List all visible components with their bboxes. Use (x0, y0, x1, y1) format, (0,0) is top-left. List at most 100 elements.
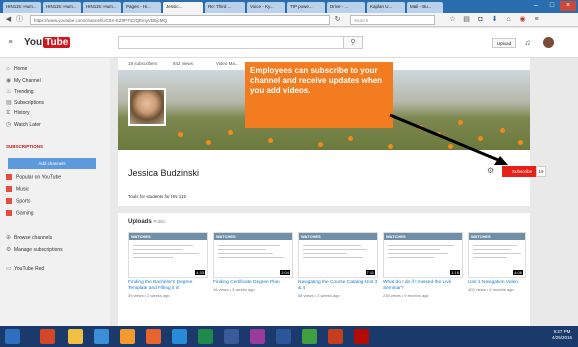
word-icon[interactable] (276, 329, 291, 344)
video-manager-link[interactable]: Video Ma... (216, 61, 239, 66)
reload-icon[interactable]: ↻ (333, 15, 342, 24)
video-title[interactable]: Unit 1 Navigation Video (468, 280, 526, 286)
channel-header: 19 subscribers 842 views Video Ma... Emp… (118, 58, 546, 206)
search-icon[interactable]: ⚲ (343, 36, 363, 49)
pocket-icon[interactable]: ◘ (476, 15, 485, 24)
video-title[interactable]: Finding the Bachelor's Degree Template a… (128, 280, 208, 292)
download-icon[interactable]: ⬇ (490, 15, 499, 24)
video-thumbnail[interactable]: WATCHES 4:06 (468, 232, 526, 278)
video-meta: 58 views • 3 weeks ago (298, 293, 340, 298)
video-card[interactable]: WATCHES 7:11 Navigating the Course Catal… (298, 232, 378, 317)
youtube-logo[interactable]: You Tube (24, 37, 71, 48)
uploads-section: Uploads Public WATCHES 4:33 Finding the … (118, 213, 530, 326)
sidebar-item-my-channel[interactable]: ◉ My Channel (6, 77, 41, 86)
video-thumbnail[interactable]: WATCHES 2:04 (213, 232, 293, 278)
avatar[interactable] (543, 37, 554, 48)
powerpoint-icon[interactable] (328, 329, 343, 344)
app-icon[interactable] (224, 329, 239, 344)
video-title[interactable]: Navigating the Course Catalog-Unit 3 & 4 (298, 280, 378, 292)
sidebar-channel[interactable]: Gaming (6, 210, 34, 219)
flame-icon: ♨ (6, 89, 12, 95)
video-title[interactable]: Finding Certificate Degree Plan (213, 280, 293, 286)
video-card[interactable]: WATCHES 4:33 Finding the Bachelor's Degr… (128, 232, 208, 317)
browser-tab[interactable]: Voice - Ky... (247, 2, 285, 13)
extension-icon[interactable]: ◉ (518, 15, 527, 24)
youtube-search-input[interactable] (118, 36, 363, 49)
browser-tab[interactable]: Drive - ... (327, 2, 365, 13)
maximize-icon[interactable]: □ (544, 1, 560, 11)
sidebar-item-history[interactable]: ⧖ History (6, 110, 30, 119)
video-thumbnail[interactable]: WATCHES 1:16 (383, 232, 463, 278)
onenote-icon[interactable] (250, 329, 265, 344)
video-title[interactable]: What do I do if I missed the Live Semina… (383, 280, 463, 292)
folder-icon[interactable] (68, 329, 83, 344)
browser-tab[interactable]: HIN115: Hum... (83, 2, 121, 13)
hamburger-icon[interactable]: ≡ (6, 38, 15, 47)
sidebar-item-subscriptions[interactable]: ▤ Subscriptions (6, 99, 44, 108)
browser-tab[interactable]: HIN115: Hum... (3, 2, 41, 13)
channel-avatar[interactable] (128, 88, 166, 126)
back-icon[interactable]: ◀ (4, 15, 13, 24)
minimize-icon[interactable]: – (528, 1, 544, 11)
close-icon[interactable]: × (560, 1, 576, 11)
sidebar-item-browse-channels[interactable]: ⊕ Browse channels (6, 234, 52, 243)
browser-tab[interactable]: Pages - Hi... (123, 2, 161, 13)
sidebar-item-manage-subscriptions[interactable]: ⚙ Manage subscriptions (6, 246, 63, 255)
subscriptions-heading: SUBSCRIPTIONS (6, 144, 44, 149)
sidebar-channel[interactable]: Popular on YouTube (6, 174, 61, 183)
browser-tab[interactable]: Re: Third ... (205, 2, 245, 13)
info-icon[interactable]: ⓘ (15, 15, 24, 24)
uploads-heading[interactable]: Uploads Public (128, 219, 166, 225)
app-icon[interactable] (198, 329, 213, 344)
video-meta: 39 views • 2 weeks ago (128, 293, 170, 298)
acrobat-icon[interactable] (354, 329, 369, 344)
browser-tab[interactable]: Mail - Bu... (407, 2, 443, 13)
app-icon[interactable] (120, 329, 135, 344)
sidebar-item-trending[interactable]: ♨ Trending (6, 88, 34, 97)
clock[interactable]: 9:27 PM 4/25/2016 (552, 329, 572, 341)
gear-icon[interactable]: ⚙ (487, 166, 494, 175)
start-icon[interactable] (5, 329, 20, 344)
app-icon[interactable] (172, 329, 187, 344)
browser-tab[interactable]: HIN115: Hum... (43, 2, 81, 13)
firefox-icon[interactable] (146, 329, 161, 344)
video-card[interactable]: WATCHES 1:16 What do I do if I missed th… (383, 232, 463, 317)
chrome-icon[interactable] (302, 329, 317, 344)
bell-icon[interactable]: ♫ (523, 38, 532, 47)
browser-tab-active[interactable]: Jessic... (163, 2, 203, 13)
add-channels-button[interactable]: Add channels (8, 158, 96, 169)
video-meta: 402 views • 6 months ago (468, 287, 514, 292)
video-card[interactable]: WATCHES 2:04 Finding Certificate Degree … (213, 232, 293, 317)
video-thumbnail[interactable]: WATCHES 7:11 (298, 232, 378, 278)
sidebar-item-home[interactable]: ⌂ Home (6, 66, 27, 75)
video-duration: 4:06 (513, 270, 523, 275)
plus-circle-icon: ⊕ (6, 235, 12, 241)
video-thumbnail[interactable]: WATCHES 4:33 (128, 232, 208, 278)
home-browser-icon[interactable]: ⌂ (504, 15, 513, 24)
browser-search-input[interactable]: Search (350, 15, 435, 25)
video-meta: 235 views • 9 months ago (383, 293, 429, 298)
person-icon: ◉ (6, 78, 12, 84)
sidebar: ⌂ Home ◉ My Channel ♨ Trending ▤ Subscriptio… (0, 58, 110, 326)
subscribe-button[interactable]: Subscribe (502, 166, 536, 177)
upload-button[interactable]: Upload (492, 38, 516, 48)
star-icon[interactable]: ☆ (448, 15, 457, 24)
clipboard-icon[interactable]: ▤ (462, 15, 471, 24)
video-duration: 2:04 (280, 270, 290, 275)
app-icon[interactable] (94, 329, 109, 344)
browser-tab[interactable]: Kaplan U... (367, 2, 405, 13)
browser-nav-bar: ◀ ⓘ https://www.youtube.com/channel/UC0X… (0, 13, 578, 27)
channel-thumbnail (6, 186, 12, 192)
video-duration: 7:11 (365, 270, 375, 275)
sidebar-item-youtube-red[interactable]: ▭ YouTube Red (6, 265, 44, 274)
address-bar[interactable]: https://www.youtube.com/channel/UC0X-KZ9… (30, 15, 330, 25)
sidebar-channel[interactable]: Music (6, 186, 29, 195)
channel-description: Tools for students for HN 115 (128, 194, 186, 199)
app-icon[interactable] (40, 329, 55, 344)
browser-tab[interactable]: TIP powe... (287, 2, 325, 13)
menu-icon[interactable]: ≡ (532, 15, 541, 24)
video-card[interactable]: WATCHES 4:06 Unit 1 Navigation Video 402… (468, 232, 526, 317)
sidebar-channel[interactable]: Sports (6, 198, 30, 207)
sidebar-item-watch-later[interactable]: ◷ Watch Later (6, 121, 41, 130)
taskbar: 9:27 PM 4/25/2016 (0, 326, 578, 347)
